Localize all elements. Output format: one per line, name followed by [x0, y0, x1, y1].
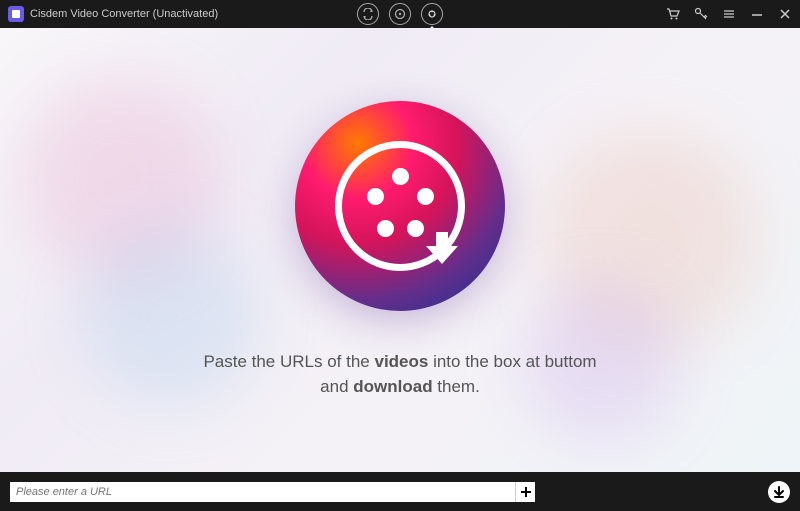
cart-button[interactable] [666, 7, 680, 21]
instruction-part: into the box at buttom [428, 352, 596, 371]
cart-icon [666, 7, 680, 21]
download-icon [773, 486, 785, 498]
download-button[interactable] [768, 481, 790, 503]
menu-icon [722, 7, 736, 21]
close-icon [778, 7, 792, 21]
hero-circle [295, 101, 505, 311]
url-input[interactable] [10, 482, 515, 502]
window-title: Cisdem Video Converter (Unactivated) [30, 8, 218, 20]
convert-mode-tab[interactable] [357, 3, 379, 25]
minimize-icon [750, 7, 764, 21]
url-field [10, 482, 535, 502]
instruction-bold: videos [374, 352, 428, 371]
film-download-icon [426, 8, 438, 20]
key-icon [694, 7, 708, 21]
titlebar: Cisdem Video Converter (Unactivated) [0, 0, 800, 28]
instruction-part: and [320, 377, 353, 396]
instruction-text: Paste the URLs of the videos into the bo… [203, 349, 596, 400]
activate-button[interactable] [694, 7, 708, 21]
instruction-part: them. [433, 377, 480, 396]
minimize-button[interactable] [750, 7, 764, 21]
app-logo-icon [8, 6, 24, 22]
mode-tabs [357, 3, 443, 25]
bottom-toolbar [0, 472, 800, 511]
disc-icon [394, 8, 406, 20]
disc-mode-tab[interactable] [389, 3, 411, 25]
instruction-bold: download [353, 377, 432, 396]
main-content: Paste the URLs of the videos into the bo… [0, 28, 800, 472]
download-mode-tab[interactable] [421, 3, 443, 25]
download-arrow-icon [418, 224, 466, 272]
hero-graphic [295, 101, 505, 311]
film-reel-icon [335, 141, 465, 271]
instruction-part: Paste the URLs of the [203, 352, 374, 371]
convert-icon [362, 8, 374, 20]
close-button[interactable] [778, 7, 792, 21]
plus-icon [520, 486, 532, 498]
menu-button[interactable] [722, 7, 736, 21]
add-url-button[interactable] [515, 482, 535, 502]
window-controls [666, 7, 792, 21]
